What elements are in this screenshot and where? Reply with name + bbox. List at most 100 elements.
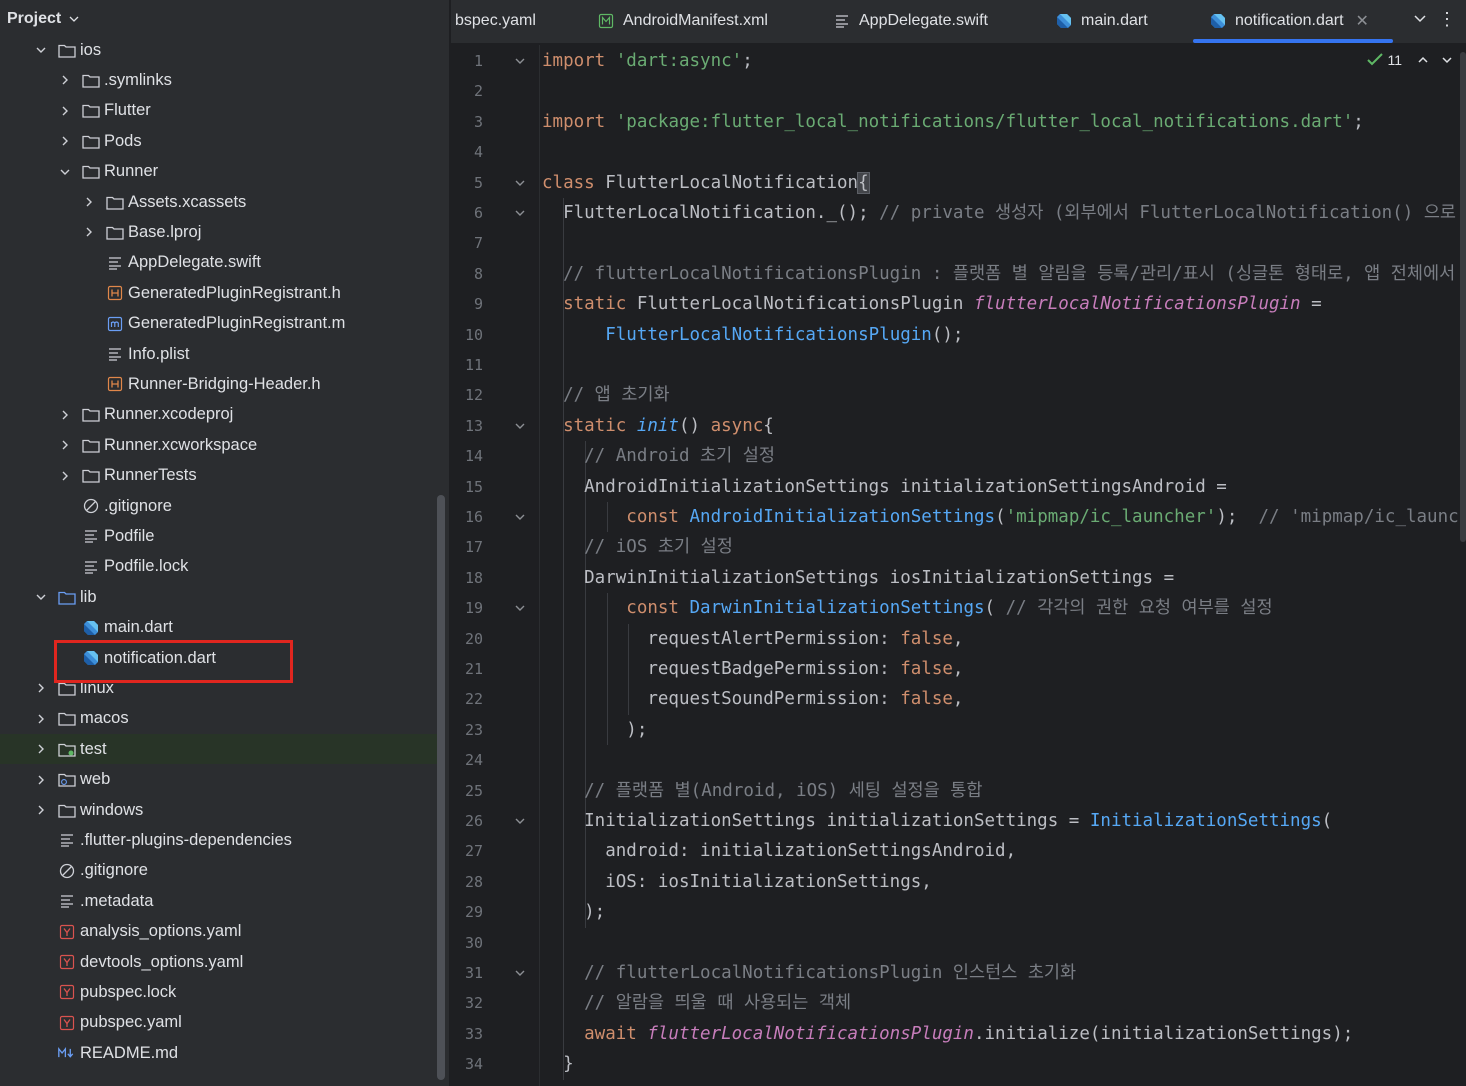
tree-item[interactable]: .metadata bbox=[0, 886, 440, 916]
tree-item[interactable]: .gitignore bbox=[0, 856, 440, 886]
tree-item[interactable]: GeneratedPluginRegistrant.m bbox=[0, 309, 440, 339]
tree-item[interactable]: AppDelegate.swift bbox=[0, 248, 440, 278]
chevron-down-icon[interactable] bbox=[1440, 53, 1454, 67]
tree-item[interactable]: main.dart bbox=[0, 613, 440, 643]
tree-item[interactable]: GeneratedPluginRegistrant.h bbox=[0, 278, 440, 308]
chevron-right-icon[interactable] bbox=[58, 73, 72, 87]
chevron-right-icon[interactable] bbox=[34, 712, 48, 726]
code-line: import 'dart:async'; bbox=[542, 46, 753, 76]
tree-item[interactable]: ios bbox=[0, 35, 440, 65]
code-token: requestSoundPermission: bbox=[542, 689, 901, 710]
code-token: 'dart:async' bbox=[615, 51, 743, 71]
tree-item[interactable]: Runner-Bridging-Header.h bbox=[0, 369, 440, 399]
line-number: 13 bbox=[464, 416, 483, 435]
chevron-down-icon[interactable] bbox=[34, 43, 48, 57]
code-line: class FlutterLocalNotification{ bbox=[542, 168, 870, 198]
tree-item[interactable]: windows bbox=[0, 795, 440, 825]
chevron-right-icon[interactable] bbox=[82, 195, 96, 209]
tree-item[interactable]: Assets.xcassets bbox=[0, 187, 440, 217]
editor-tab[interactable]: main.dart bbox=[1055, 0, 1148, 42]
code-token: // flutterLocalNotificationsPlugin 인스턴스 … bbox=[542, 963, 1077, 983]
tree-item-label: README.md bbox=[80, 1043, 179, 1062]
chevron-down-icon[interactable] bbox=[58, 165, 72, 179]
editor-tab[interactable]: AppDelegate.swift bbox=[833, 0, 988, 42]
tree-item[interactable]: notification.dart bbox=[0, 643, 440, 673]
chevron-right-icon[interactable] bbox=[58, 104, 72, 118]
editor-tab[interactable]: bspec.yaml bbox=[455, 0, 536, 42]
editor-tab[interactable]: notification.dart ✕ bbox=[1193, 0, 1393, 43]
tree-item[interactable]: Podfile bbox=[0, 521, 440, 551]
tree-item[interactable]: .symlinks bbox=[0, 65, 440, 95]
chevron-right-icon[interactable] bbox=[58, 469, 72, 483]
fold-chevron-icon[interactable] bbox=[514, 207, 526, 219]
fold-chevron-icon[interactable] bbox=[514, 55, 526, 67]
fold-chevron-icon[interactable] bbox=[514, 511, 526, 523]
more-options-icon[interactable]: ⋮ bbox=[1438, 9, 1456, 30]
tree-item-label: notification.dart bbox=[104, 648, 216, 667]
chevron-down-icon[interactable] bbox=[34, 590, 48, 604]
chevron-right-icon[interactable] bbox=[58, 134, 72, 148]
tree-item-label: Runner.xcodeproj bbox=[104, 405, 234, 424]
chevron-right-icon[interactable] bbox=[34, 773, 48, 787]
tree-item[interactable]: macos bbox=[0, 704, 440, 734]
code-token: static bbox=[542, 415, 637, 436]
line-number: 31 bbox=[464, 964, 483, 982]
tree-item[interactable]: analysis_options.yaml bbox=[0, 917, 440, 947]
tree-item-label: AppDelegate.swift bbox=[128, 253, 261, 272]
folder-icon bbox=[82, 133, 100, 149]
chevron-right-icon[interactable] bbox=[82, 225, 96, 239]
tree-item[interactable]: RunnerTests bbox=[0, 461, 440, 491]
editor-tab[interactable]: AndroidManifest.xml bbox=[597, 0, 768, 42]
tree-item[interactable]: Podfile.lock bbox=[0, 552, 440, 582]
close-icon[interactable]: ✕ bbox=[1356, 11, 1369, 31]
chevron-right-icon[interactable] bbox=[34, 803, 48, 817]
editor-scrollbar[interactable] bbox=[1460, 52, 1466, 542]
tree-item[interactable]: Runner.xcworkspace bbox=[0, 430, 440, 460]
fold-chevron-icon[interactable] bbox=[514, 967, 526, 979]
code-token: false bbox=[900, 659, 953, 679]
tree-item[interactable]: pubspec.lock bbox=[0, 977, 440, 1007]
tree-item[interactable]: .gitignore bbox=[0, 491, 440, 521]
code-line: android: initializationSettingsAndroid, bbox=[542, 836, 1016, 866]
chevron-right-icon[interactable] bbox=[58, 408, 72, 422]
tree-item[interactable]: lib bbox=[0, 582, 440, 612]
tree-scrollbar[interactable] bbox=[437, 495, 445, 1080]
tree-item[interactable]: Base.lproj bbox=[0, 217, 440, 247]
code-editor[interactable]: import 'dart:async'; import 'package:flut… bbox=[542, 45, 1466, 1086]
code-token: // iOS 초기 설정 bbox=[542, 537, 733, 558]
code-token: (); bbox=[931, 324, 964, 345]
tree-item[interactable]: Info.plist bbox=[0, 339, 440, 369]
inspection-widget[interactable]: 11 bbox=[1367, 52, 1454, 68]
chevron-up-icon[interactable] bbox=[1416, 53, 1430, 67]
tree-item[interactable]: Runner.xcodeproj bbox=[0, 400, 440, 430]
line-number: 26 bbox=[464, 812, 483, 830]
tree-item[interactable]: pubspec.yaml bbox=[0, 1008, 440, 1038]
code-token: ( bbox=[995, 507, 1006, 527]
editor-area: bspec.yaml AndroidManifest.xml AppDelegate… bbox=[451, 0, 1466, 1086]
tree-item[interactable]: Runner bbox=[0, 157, 440, 187]
chevron-right-icon[interactable] bbox=[34, 742, 48, 756]
tree-item[interactable]: Flutter bbox=[0, 96, 440, 126]
line-number: 21 bbox=[464, 660, 483, 678]
code-line: ); bbox=[542, 715, 647, 745]
tree-item[interactable]: .flutter-plugins-dependencies bbox=[0, 825, 440, 855]
yaml-file-icon bbox=[58, 924, 76, 940]
fold-chevron-icon[interactable] bbox=[514, 177, 526, 189]
tree-item[interactable]: devtools_options.yaml bbox=[0, 947, 440, 977]
tree-item[interactable]: Pods bbox=[0, 126, 440, 156]
line-number: 1 bbox=[473, 52, 483, 70]
tree-item[interactable]: test bbox=[0, 734, 440, 765]
chevron-right-icon[interactable] bbox=[34, 681, 48, 695]
tree-item[interactable]: web bbox=[0, 765, 440, 795]
tree-item[interactable]: linux bbox=[0, 673, 440, 703]
chevron-down-icon[interactable] bbox=[1412, 11, 1428, 27]
chevron-right-icon[interactable] bbox=[58, 438, 72, 452]
project-view-selector[interactable]: Project bbox=[0, 0, 449, 38]
fold-chevron-icon[interactable] bbox=[514, 420, 526, 432]
fold-chevron-icon[interactable] bbox=[514, 602, 526, 614]
tree-item[interactable]: README.md bbox=[0, 1038, 440, 1068]
fold-chevron-icon[interactable] bbox=[514, 815, 526, 827]
